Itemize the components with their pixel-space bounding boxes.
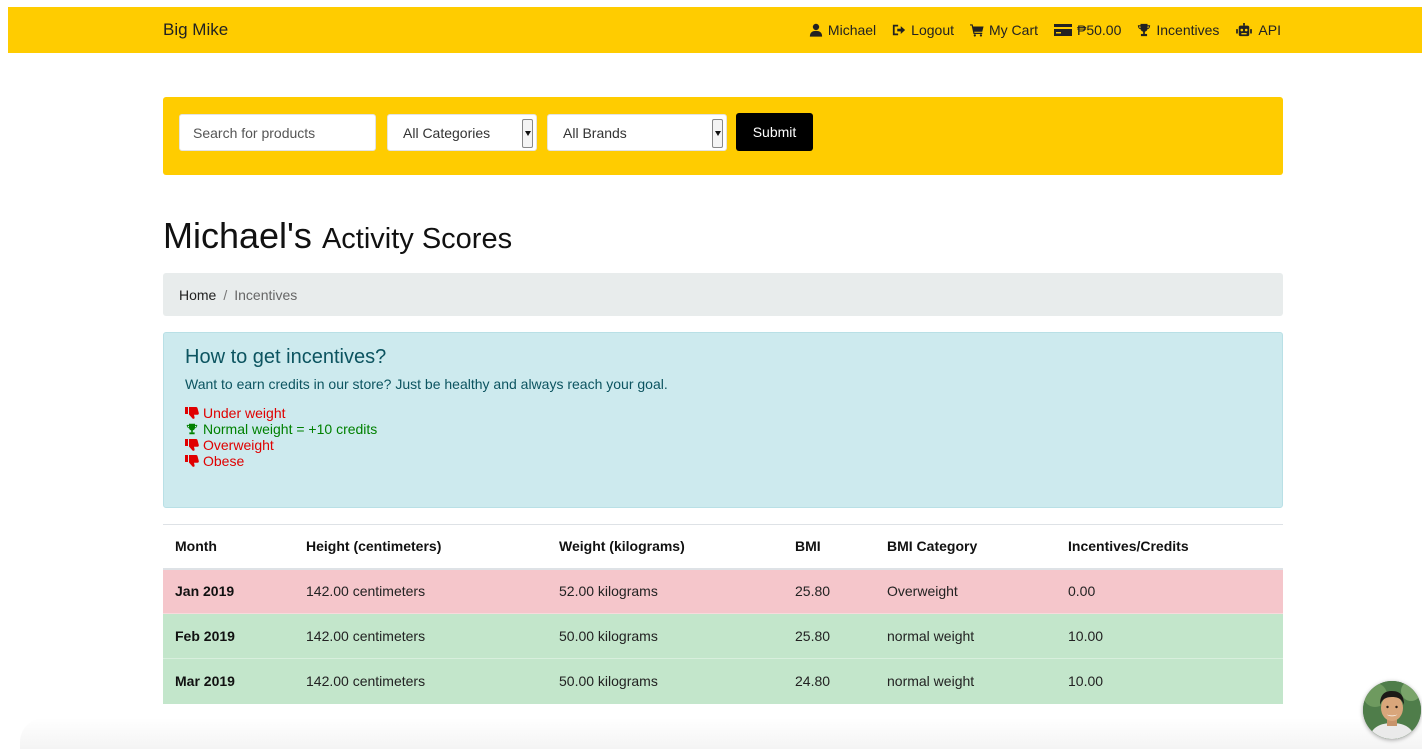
activity-scores-table: Month Height (centimeters) Weight (kilog…	[163, 524, 1283, 704]
table-row: Mar 2019 142.00 centimeters 50.00 kilogr…	[163, 658, 1283, 704]
table-row: Feb 2019 142.00 centimeters 50.00 kilogr…	[163, 613, 1283, 659]
nav-logout-label: Logout	[911, 22, 954, 38]
nav-incentives-label: Incentives	[1156, 22, 1220, 38]
nav-links: Michael Logout My Cart ₱50.00 Incentives…	[809, 7, 1281, 53]
chat-avatar-button[interactable]	[1363, 681, 1421, 739]
cell-month: Jan 2019	[163, 568, 294, 614]
cell-height: 142.00 centimeters	[294, 658, 547, 704]
logout-icon	[893, 24, 906, 36]
category-select-value: All Categories	[403, 124, 491, 141]
cell-weight: 50.00 kilograms	[547, 613, 783, 659]
col-header-bmi: BMI	[783, 524, 875, 570]
cell-height: 142.00 centimeters	[294, 613, 547, 659]
rule-overweight: Overweight	[185, 437, 1261, 453]
rule-label: Under weight	[203, 405, 286, 421]
search-input[interactable]	[179, 114, 376, 151]
trophy-icon	[186, 423, 198, 435]
nav-cart[interactable]: My Cart	[970, 22, 1038, 38]
search-panel: All Categories All Brands Submit	[163, 97, 1283, 175]
nav-incentives[interactable]: Incentives	[1137, 22, 1219, 38]
breadcrumb-home[interactable]: Home	[179, 287, 216, 303]
footer-strip	[20, 718, 1422, 749]
page-title: Michael's Activity Scores	[163, 215, 512, 257]
credit-card-icon	[1054, 24, 1072, 36]
brand-select-value: All Brands	[563, 124, 627, 141]
nav-api-label: API	[1258, 22, 1281, 38]
chevron-down-icon	[712, 119, 723, 148]
rule-under-weight: Under weight	[185, 405, 1261, 421]
nav-logout[interactable]: Logout	[892, 22, 954, 38]
alert-text: Want to earn credits in our store? Just …	[185, 376, 668, 392]
nav-user-label: Michael	[827, 22, 877, 38]
cell-credits: 0.00	[1056, 568, 1283, 614]
cell-credits: 10.00	[1056, 658, 1283, 704]
rule-label: Overweight	[203, 437, 274, 453]
rule-label: Obese	[203, 453, 245, 469]
col-header-bmi-category: BMI Category	[875, 524, 1056, 570]
cell-month: Feb 2019	[163, 613, 294, 659]
top-navbar: Big Mike Michael Logout My Cart ₱50.00 I…	[8, 7, 1422, 53]
nav-api[interactable]: API	[1235, 22, 1281, 38]
category-select[interactable]: All Categories	[387, 114, 537, 151]
cell-weight: 50.00 kilograms	[547, 658, 783, 704]
table-row: Jan 2019 142.00 centimeters 52.00 kilogr…	[163, 568, 1283, 614]
cell-height: 142.00 centimeters	[294, 568, 547, 614]
col-header-weight: Weight (kilograms)	[547, 524, 783, 570]
brand-link[interactable]: Big Mike	[163, 20, 228, 40]
nav-cart-label: My Cart	[989, 22, 1038, 38]
submit-button[interactable]: Submit	[736, 113, 813, 151]
page-title-name: Michael's	[163, 215, 312, 256]
avatar-photo	[1363, 681, 1421, 739]
cell-bmi-category: Overweight	[875, 568, 1056, 614]
thumbs-down-icon	[185, 455, 199, 467]
nav-credits[interactable]: ₱50.00	[1054, 22, 1121, 38]
breadcrumb-current: Incentives	[234, 286, 298, 303]
col-header-credits: Incentives/Credits	[1056, 524, 1283, 570]
col-header-month: Month	[163, 524, 294, 570]
brand-select[interactable]: All Brands	[547, 114, 727, 151]
trophy-icon	[1138, 23, 1151, 37]
user-icon	[809, 23, 823, 37]
cell-bmi: 24.80	[783, 658, 875, 704]
thumbs-down-icon	[185, 407, 199, 419]
cell-bmi-category: normal weight	[875, 658, 1056, 704]
cell-bmi: 25.80	[783, 613, 875, 659]
thumbs-down-icon	[185, 439, 199, 451]
cell-weight: 52.00 kilograms	[547, 568, 783, 614]
rule-label: Normal weight = +10 credits	[203, 421, 378, 437]
nav-user[interactable]: Michael	[809, 22, 876, 38]
alert-heading: How to get incentives?	[185, 346, 387, 368]
rule-obese: Obese	[185, 453, 1261, 469]
page-title-sub: Activity Scores	[321, 223, 513, 255]
table-header-row: Month Height (centimeters) Weight (kilog…	[163, 524, 1283, 570]
robot-icon	[1236, 23, 1253, 37]
incentives-info-alert: How to get incentives? Want to earn cred…	[163, 332, 1283, 508]
rule-normal-weight: Normal weight = +10 credits	[185, 421, 1261, 437]
cell-month: Mar 2019	[163, 658, 294, 704]
chevron-down-icon	[522, 119, 533, 148]
cart-icon	[970, 24, 984, 37]
col-header-height: Height (centimeters)	[294, 524, 547, 570]
cell-bmi: 25.80	[783, 568, 875, 614]
cell-credits: 10.00	[1056, 613, 1283, 659]
breadcrumb-separator: /	[223, 286, 228, 303]
nav-credits-label: ₱50.00	[1077, 22, 1122, 38]
cell-bmi-category: normal weight	[875, 613, 1056, 659]
breadcrumb: Home / Incentives	[163, 273, 1283, 316]
